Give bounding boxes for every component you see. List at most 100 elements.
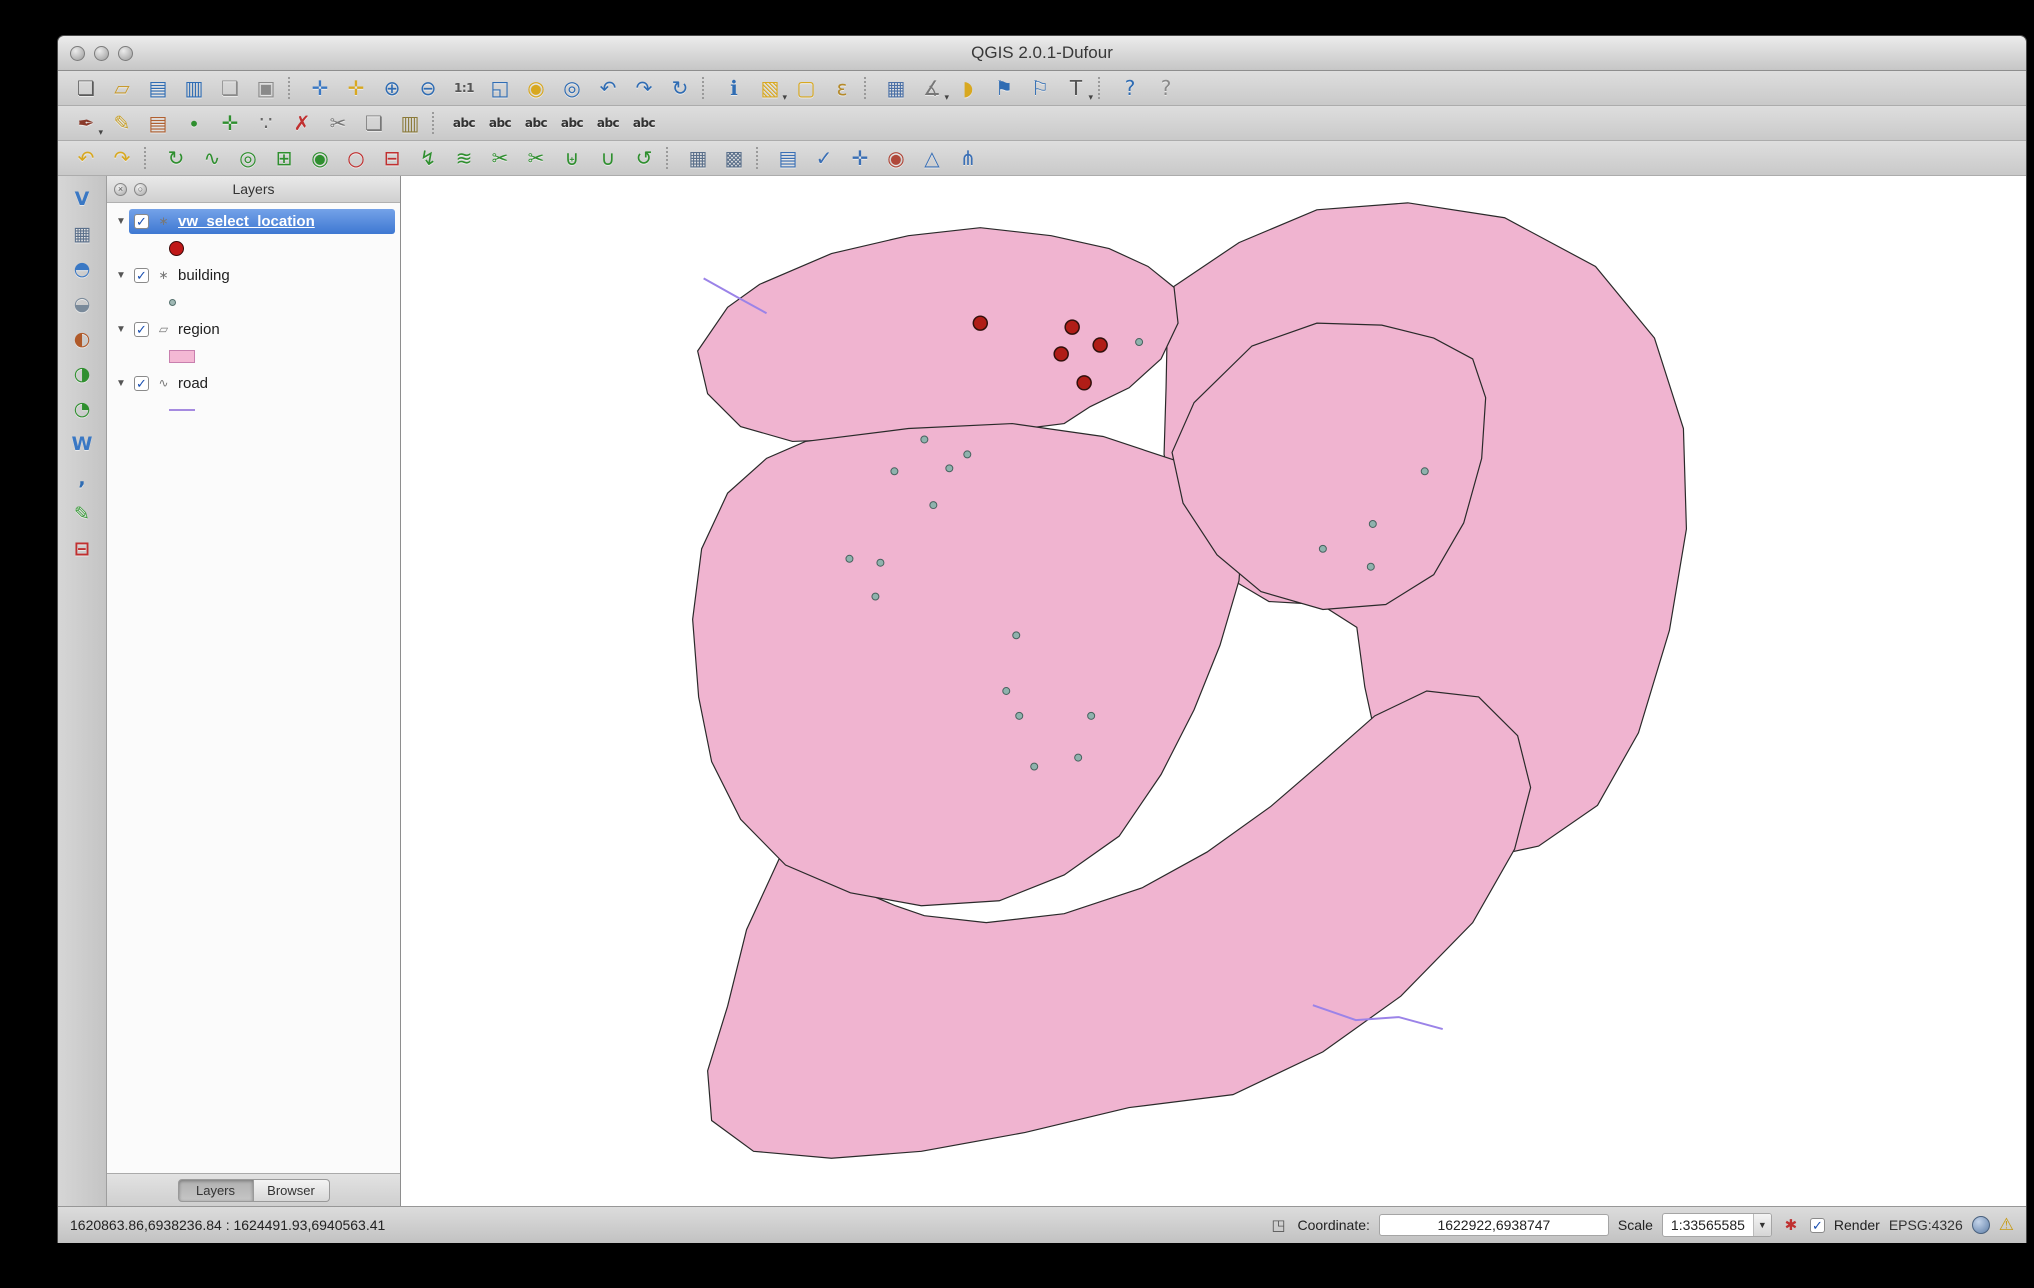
add-ring-button[interactable]: ◎ (230, 143, 266, 173)
topology-checker-button[interactable]: ✓ (806, 143, 842, 173)
zoom-native-button[interactable]: 1:1 (446, 73, 482, 103)
disclosure-icon-building[interactable]: ▼ (113, 270, 129, 281)
scale-combo[interactable]: 1:33565585 ▼ (1662, 1213, 1772, 1237)
paste-features-button[interactable]: ▥ (392, 108, 428, 138)
save-layer-edits-button[interactable]: ▤ (140, 108, 176, 138)
pin-unpin-labels-button[interactable]: abc (482, 108, 518, 138)
building-feature-11[interactable] (1003, 688, 1010, 695)
project-save-as-button[interactable]: ▥ (176, 73, 212, 103)
layer-item-road[interactable]: ▼✓∿road (107, 369, 400, 397)
open-attribute-table-button[interactable]: ▦ (878, 73, 914, 103)
offset-curve-button[interactable]: ≋ (446, 143, 482, 173)
rotate-label-button[interactable]: abc (590, 108, 626, 138)
road-graph-button[interactable]: ⋔ (950, 143, 986, 173)
new-bookmark-button[interactable]: ⚑ (986, 73, 1022, 103)
layer-item-building[interactable]: ▼✓∗building (107, 261, 400, 289)
stop-rendering-icon[interactable]: ✱ (1781, 1215, 1801, 1235)
building-feature-12[interactable] (1016, 712, 1023, 719)
project-new-button[interactable]: ❏ (68, 73, 104, 103)
add-part-button[interactable]: ⊞ (266, 143, 302, 173)
coordinate-input[interactable] (1379, 1214, 1609, 1236)
selected-location-feature-1[interactable] (973, 316, 987, 330)
copy-features-button[interactable]: ❏ (356, 108, 392, 138)
panel-close-button[interactable]: × (114, 183, 127, 196)
split-parts-button[interactable]: ✂ (518, 143, 554, 173)
interpolation-button[interactable]: △ (914, 143, 950, 173)
building-feature-15[interactable] (1075, 754, 1082, 761)
layer-checkbox-region[interactable]: ✓ (134, 322, 149, 337)
move-label-button[interactable]: abc (554, 108, 590, 138)
selected-location-feature-3[interactable] (1054, 347, 1068, 361)
add-wcs-layer-button[interactable]: ◔ (65, 394, 99, 424)
zoom-in-button[interactable]: ⊕ (374, 73, 410, 103)
minimize-window-button[interactable] (94, 46, 109, 61)
building-feature-5[interactable] (891, 468, 898, 475)
cut-features-button[interactable]: ✂ (320, 108, 356, 138)
building-feature-19[interactable] (1421, 468, 1428, 475)
add-wfs-layer-button[interactable]: W (65, 429, 99, 459)
zoom-last-button[interactable]: ↶ (590, 73, 626, 103)
disclosure-icon-vw_select_location[interactable]: ▼ (113, 216, 129, 227)
refresh-map-button[interactable]: ↻ (662, 73, 698, 103)
delete-part-button[interactable]: ⊟ (374, 143, 410, 173)
merge-attributes-button[interactable]: ∪ (590, 143, 626, 173)
select-by-expression-button[interactable]: ε (824, 73, 860, 103)
add-delimited-text-layer-button[interactable]: , (65, 464, 99, 494)
add-mssql-layer-button[interactable]: ◐ (65, 324, 99, 354)
selected-location-feature-4[interactable] (1093, 338, 1107, 352)
title-bar[interactable]: QGIS 2.0.1-Dufour (58, 36, 2026, 71)
project-save-button[interactable]: ▤ (140, 73, 176, 103)
merge-features-button[interactable]: ⊎ (554, 143, 590, 173)
building-feature-13[interactable] (1088, 712, 1095, 719)
panel-float-button[interactable]: ○ (134, 183, 147, 196)
fill-ring-button[interactable]: ◉ (302, 143, 338, 173)
building-feature-7[interactable] (846, 555, 853, 562)
toggle-editing-button[interactable]: ✎ (104, 108, 140, 138)
tab-browser[interactable]: Browser (254, 1179, 330, 1202)
database-manager-button[interactable]: ▤ (770, 143, 806, 173)
add-postgis-layer-button[interactable]: ◓ (65, 254, 99, 284)
symbol-swatch-vw_select_location[interactable] (169, 241, 184, 256)
building-feature-14[interactable] (1031, 763, 1038, 770)
change-label-properties-button[interactable]: abc (626, 108, 662, 138)
region-feature-west[interactable] (693, 424, 1243, 906)
close-window-button[interactable] (70, 46, 85, 61)
move-feature-button[interactable]: ✛ (212, 108, 248, 138)
node-tool-button[interactable]: ∵ (248, 108, 284, 138)
new-shapefile-layer-button[interactable]: ✎ (65, 499, 99, 529)
new-print-composer-button[interactable]: ❏ (212, 73, 248, 103)
delete-selected-button[interactable]: ✗ (284, 108, 320, 138)
building-feature-18[interactable] (1367, 563, 1374, 570)
georeferencer-button[interactable]: ✛ (842, 143, 878, 173)
simplify-feature-button[interactable]: ∿ (194, 143, 230, 173)
scale-dropdown-icon[interactable]: ▼ (1753, 1214, 1771, 1236)
building-feature-4[interactable] (946, 465, 953, 472)
reshape-features-button[interactable]: ↯ (410, 143, 446, 173)
text-annotation-button[interactable]: T ▾ (1058, 73, 1094, 103)
symbol-swatch-building[interactable] (169, 299, 176, 306)
rotate-point-symbols-button[interactable]: ↺ (626, 143, 662, 173)
crs-status-icon[interactable] (1972, 1216, 1990, 1234)
delete-ring-button[interactable]: ○ (338, 143, 374, 173)
map-canvas[interactable] (401, 176, 2026, 1206)
zoom-to-layer-button[interactable]: ◎ (554, 73, 590, 103)
zoom-to-selection-button[interactable]: ◉ (518, 73, 554, 103)
disclosure-icon-region[interactable]: ▼ (113, 324, 129, 335)
building-feature-16[interactable] (1319, 545, 1326, 552)
building-feature-2[interactable] (921, 436, 928, 443)
toggle-extents-display-icon[interactable]: ◳ (1269, 1215, 1289, 1235)
full-histogram-stretch-button[interactable]: ▩ (716, 143, 752, 173)
highlight-pinned-labels-button[interactable]: abc (518, 108, 554, 138)
project-open-button[interactable]: ▱ (104, 73, 140, 103)
render-checkbox[interactable]: ✓ (1810, 1218, 1825, 1233)
disclosure-icon-road[interactable]: ▼ (113, 378, 129, 389)
layer-checkbox-road[interactable]: ✓ (134, 376, 149, 391)
undo-button[interactable]: ↶ (68, 143, 104, 173)
building-feature-9[interactable] (872, 593, 879, 600)
building-feature-17[interactable] (1369, 520, 1376, 527)
deselect-all-button[interactable]: ▢ (788, 73, 824, 103)
help-contents-button[interactable]: ? (1112, 73, 1148, 103)
log-messages-icon[interactable]: ⚠ (1999, 1215, 2014, 1235)
selected-location-feature-2[interactable] (1065, 320, 1079, 334)
zoom-window-button[interactable] (118, 46, 133, 61)
